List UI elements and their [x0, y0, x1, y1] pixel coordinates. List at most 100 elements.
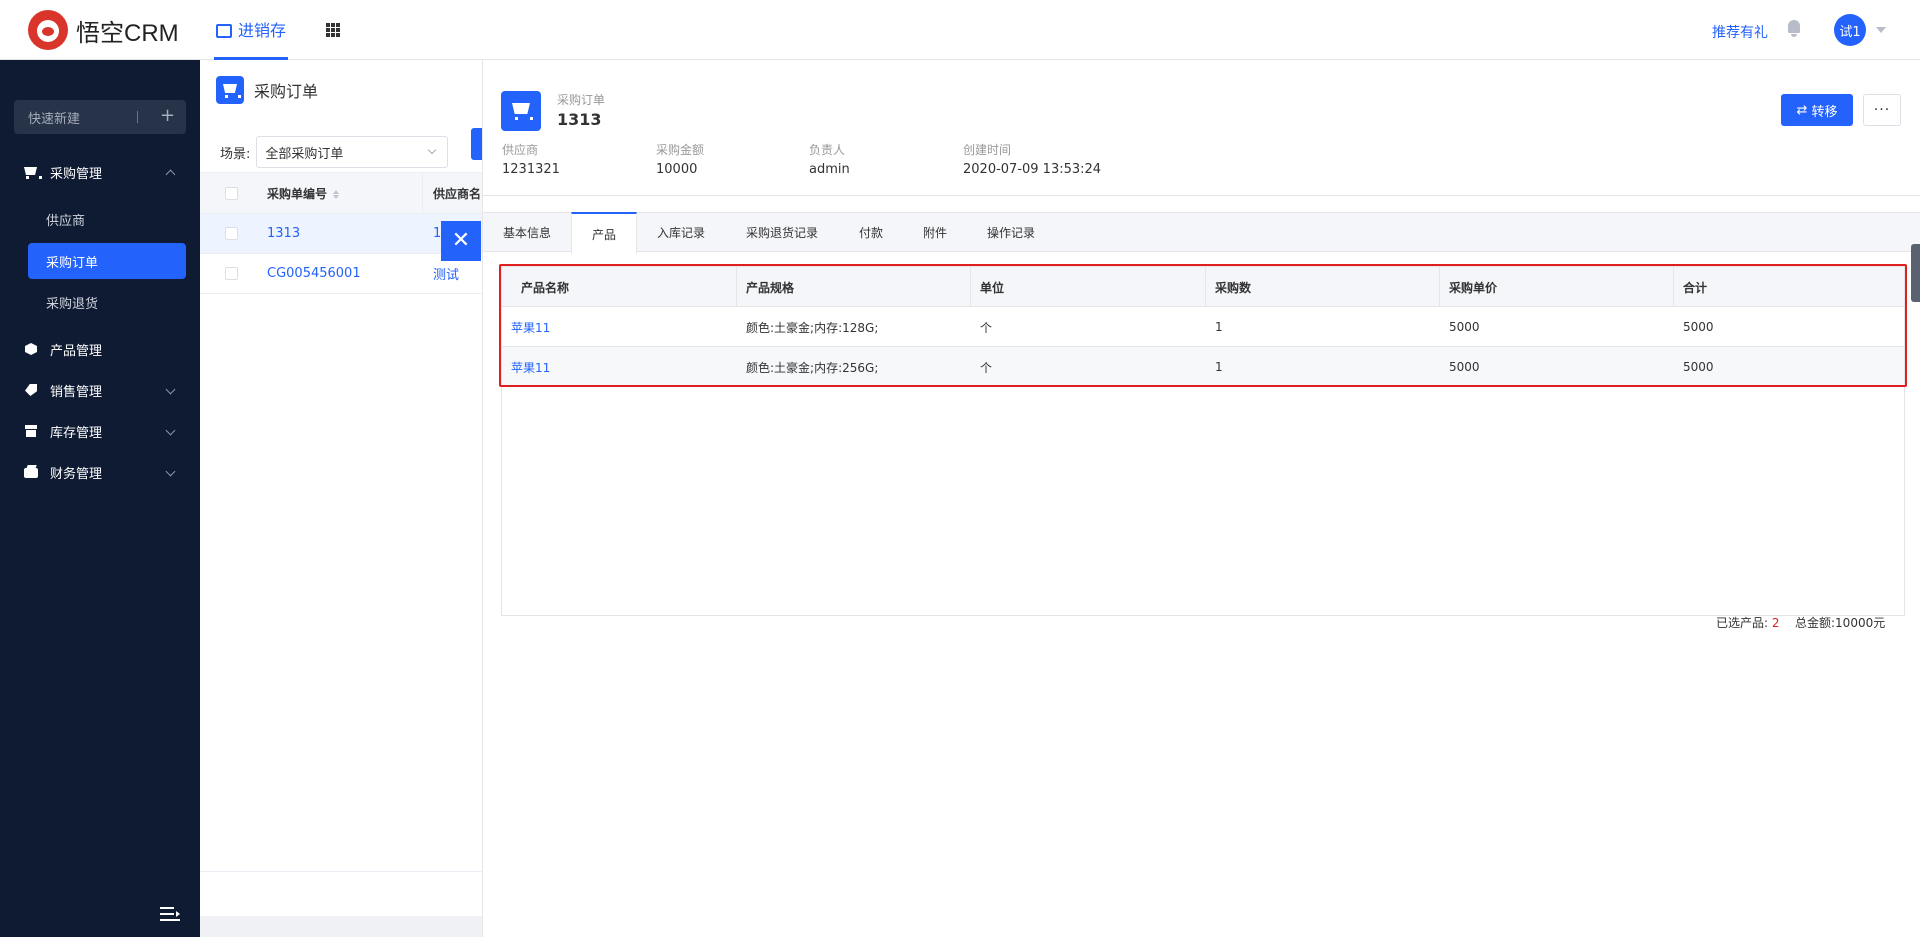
- supplier-link[interactable]: 测试: [433, 264, 459, 283]
- field-value-created: 2020-07-09 13:53:24: [963, 162, 1102, 177]
- divider: [137, 111, 138, 123]
- table-row[interactable]: CG005456001 测试: [200, 254, 482, 294]
- sidebar-item-label: 供应商: [46, 213, 86, 229]
- more-button[interactable]: ···: [1863, 94, 1901, 126]
- recommend-link[interactable]: 推荐有礼: [1712, 22, 1768, 42]
- page-title: 采购订单: [254, 82, 319, 101]
- chevron-down-icon: [165, 466, 176, 477]
- field-label-supplier: 供应商: [502, 143, 539, 157]
- column-header[interactable]: 采购单编号: [267, 185, 340, 202]
- chevron-down-icon: [165, 425, 176, 436]
- list-table: 采购单编号 供应商名 1313 1 CG005456001 测试: [200, 172, 482, 294]
- scene-select-value: 全部采购订单: [265, 146, 344, 162]
- quick-new-label: 快速新建: [28, 111, 81, 127]
- order-code-link[interactable]: CG005456001: [267, 266, 361, 281]
- close-icon: ✕: [451, 228, 471, 253]
- field-label-owner: 负责人: [809, 143, 846, 157]
- selected-products-summary: 已选产品: 2: [1716, 614, 1780, 631]
- sidebar-group-label: 财务管理: [50, 466, 103, 482]
- logo-monkey-icon: [28, 10, 68, 50]
- bell-icon[interactable]: [1786, 20, 1802, 38]
- transfer-button[interactable]: ⇄ 转移: [1781, 94, 1853, 126]
- tab-bar: 基本信息 产品 入库记录 采购退货记录 付款 附件 操作记录: [483, 212, 1920, 254]
- detail-header: 采购订单 1313 供应商 1231321 采购金额 10000 负责人 adm…: [483, 60, 1920, 196]
- sidebar-item-purchase-order[interactable]: 采购订单: [28, 243, 186, 279]
- column-header[interactable]: 供应商名: [433, 185, 481, 202]
- quick-new-button[interactable]: 快速新建 +: [14, 100, 186, 134]
- logo-text: 悟空CRM: [76, 19, 179, 47]
- warehouse-icon: [24, 424, 38, 438]
- sidebar-item-supplier[interactable]: 供应商: [28, 201, 186, 237]
- scene-label: 场景:: [220, 146, 251, 162]
- cart-icon: [501, 91, 541, 131]
- record-title: 1313: [557, 110, 602, 129]
- close-detail-button[interactable]: ✕: [441, 221, 481, 261]
- list-panel: 采购订单 场景: 全部采购订单 采购单编号 供应商名 1313 1 CG0054…: [200, 60, 483, 937]
- table-row[interactable]: 1313 1: [200, 214, 482, 254]
- field-value-owner: admin: [809, 162, 850, 177]
- tab-operation-log[interactable]: 操作记录: [967, 212, 1055, 253]
- select-all-checkbox[interactable]: [225, 186, 238, 200]
- sidebar: 快速新建 + 采购管理 供应商 采购订单 采购退货 产品管理 销售管理 库存管理…: [0, 60, 200, 937]
- sidebar-group-label: 产品管理: [50, 343, 103, 359]
- cart-icon: [216, 76, 244, 104]
- sidebar-item-label: 采购订单: [46, 255, 99, 271]
- wallet-icon: [24, 465, 38, 479]
- tab-products[interactable]: 产品: [571, 212, 637, 254]
- chevron-down-icon: [165, 384, 176, 395]
- tag-icon: [24, 383, 38, 397]
- horizontal-scrollbar[interactable]: [200, 916, 482, 937]
- tab-inbound-records[interactable]: 入库记录: [637, 212, 725, 253]
- sidebar-group-purchase[interactable]: 采购管理: [0, 155, 200, 189]
- swap-icon: ⇄: [1796, 102, 1808, 118]
- sort-icon[interactable]: [333, 189, 340, 199]
- chevron-down-icon: [428, 145, 437, 155]
- sidebar-item-purchase-return[interactable]: 采购退货: [28, 284, 186, 320]
- row-checkbox[interactable]: [225, 267, 238, 280]
- sidebar-group-label: 采购管理: [50, 166, 103, 182]
- caret-down-icon[interactable]: [1876, 27, 1886, 33]
- divider: [422, 173, 423, 213]
- table-header: 采购单编号 供应商名: [200, 172, 482, 214]
- plus-icon[interactable]: +: [160, 107, 175, 125]
- app-grid-icon[interactable]: [326, 23, 340, 37]
- sidebar-group-label: 销售管理: [50, 384, 103, 400]
- nav-tab-label: 进销存: [238, 20, 287, 40]
- row-checkbox[interactable]: [225, 227, 238, 240]
- scene-select[interactable]: 全部采购订单: [256, 136, 449, 168]
- sidebar-group-sales[interactable]: 销售管理: [0, 373, 200, 407]
- field-label-amount: 采购金额: [656, 143, 705, 157]
- inventory-icon: [216, 22, 232, 38]
- selected-label: 已选产品:: [1716, 616, 1769, 630]
- divider: [200, 871, 482, 872]
- tab-payment[interactable]: 付款: [839, 212, 903, 253]
- record-type: 采购订单: [557, 93, 606, 107]
- cart-icon: [24, 165, 42, 179]
- field-value-amount: 10000: [656, 162, 698, 177]
- collapse-menu-icon[interactable]: [160, 907, 180, 921]
- selected-count: 2: [1771, 616, 1780, 630]
- box-icon: [24, 342, 38, 356]
- avatar[interactable]: 试1: [1834, 14, 1866, 46]
- sidebar-group-stock[interactable]: 库存管理: [0, 414, 200, 448]
- total-label: 总金额:: [1795, 616, 1836, 630]
- order-code-link[interactable]: 1313: [267, 226, 300, 241]
- highlight-box: [499, 264, 1907, 387]
- side-drawer-handle[interactable]: [1911, 244, 1920, 302]
- tab-return-records[interactable]: 采购退货记录: [725, 212, 839, 253]
- chevron-up-icon: [165, 169, 176, 180]
- detail-panel: 采购订单 1313 供应商 1231321 采购金额 10000 负责人 adm…: [482, 60, 1920, 937]
- top-bar: 悟空CRM 进销存 推荐有礼 试1: [0, 0, 1920, 60]
- sidebar-group-label: 库存管理: [50, 425, 103, 441]
- sidebar-item-label: 采购退货: [46, 296, 99, 312]
- list-header: 采购订单: [216, 76, 318, 104]
- tab-attachments[interactable]: 附件: [903, 212, 967, 253]
- scene-filter: 场景: 全部采购订单: [220, 136, 449, 168]
- sidebar-group-finance[interactable]: 财务管理: [0, 455, 200, 489]
- field-label-created: 创建时间: [963, 143, 1012, 157]
- sidebar-group-product[interactable]: 产品管理: [0, 332, 200, 366]
- tab-basic-info[interactable]: 基本信息: [483, 212, 571, 253]
- logo[interactable]: 悟空CRM: [28, 10, 179, 50]
- total-value: 10000元: [1835, 616, 1886, 630]
- nav-tab-inventory[interactable]: 进销存: [214, 0, 289, 60]
